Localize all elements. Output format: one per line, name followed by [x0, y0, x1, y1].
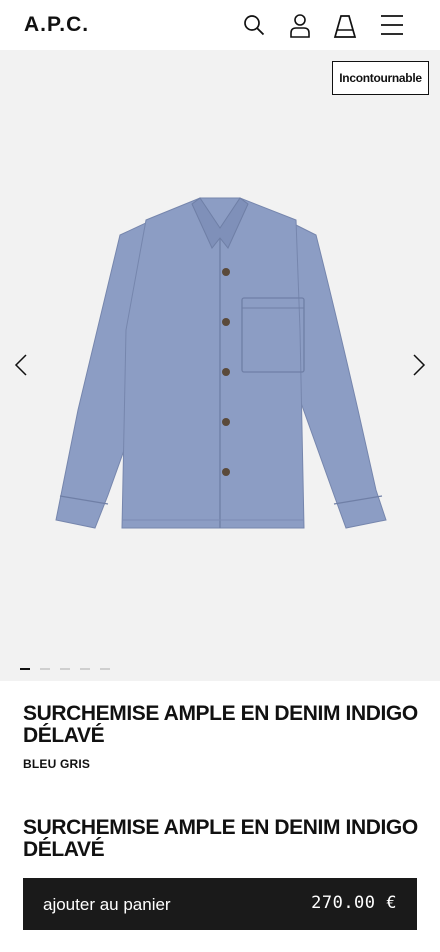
gallery-dot[interactable]: [40, 668, 50, 670]
product-price: 270.00 €: [311, 893, 397, 913]
add-to-cart-button[interactable]: ajouter au panier 270.00 €: [23, 878, 417, 930]
cart-icon[interactable]: [328, 8, 362, 42]
add-to-cart-label: ajouter au panier: [43, 895, 171, 914]
site-header: A.P.C.: [0, 0, 440, 50]
gallery-dot[interactable]: [100, 668, 110, 670]
gallery-dot[interactable]: [80, 668, 90, 670]
product-image-shirt: [55, 197, 387, 529]
product-gallery[interactable]: Incontournable: [0, 50, 440, 681]
gallery-dot[interactable]: [20, 668, 30, 670]
gallery-pagination: [20, 668, 110, 670]
incontournable-badge: Incontournable: [332, 61, 429, 95]
chevron-right-icon: [413, 354, 426, 376]
gallery-dot[interactable]: [60, 668, 70, 670]
brand-logo[interactable]: A.P.C.: [24, 13, 89, 37]
search-icon[interactable]: [237, 8, 271, 42]
product-info: SURCHEMISE AMPLE EN DENIM INDIGO DÉLAVÉ …: [23, 702, 418, 772]
menu-icon[interactable]: [375, 8, 409, 42]
sticky-product-title: SURCHEMISE AMPLE EN DENIM INDIGO DÉLAVÉ: [23, 816, 418, 861]
product-title: SURCHEMISE AMPLE EN DENIM INDIGO DÉLAVÉ: [23, 702, 418, 747]
previous-image-button[interactable]: [6, 350, 36, 380]
next-image-button[interactable]: [404, 350, 434, 380]
chevron-left-icon: [14, 354, 27, 376]
product-color: BLEU GRIS: [23, 757, 91, 771]
account-icon[interactable]: [283, 8, 317, 42]
